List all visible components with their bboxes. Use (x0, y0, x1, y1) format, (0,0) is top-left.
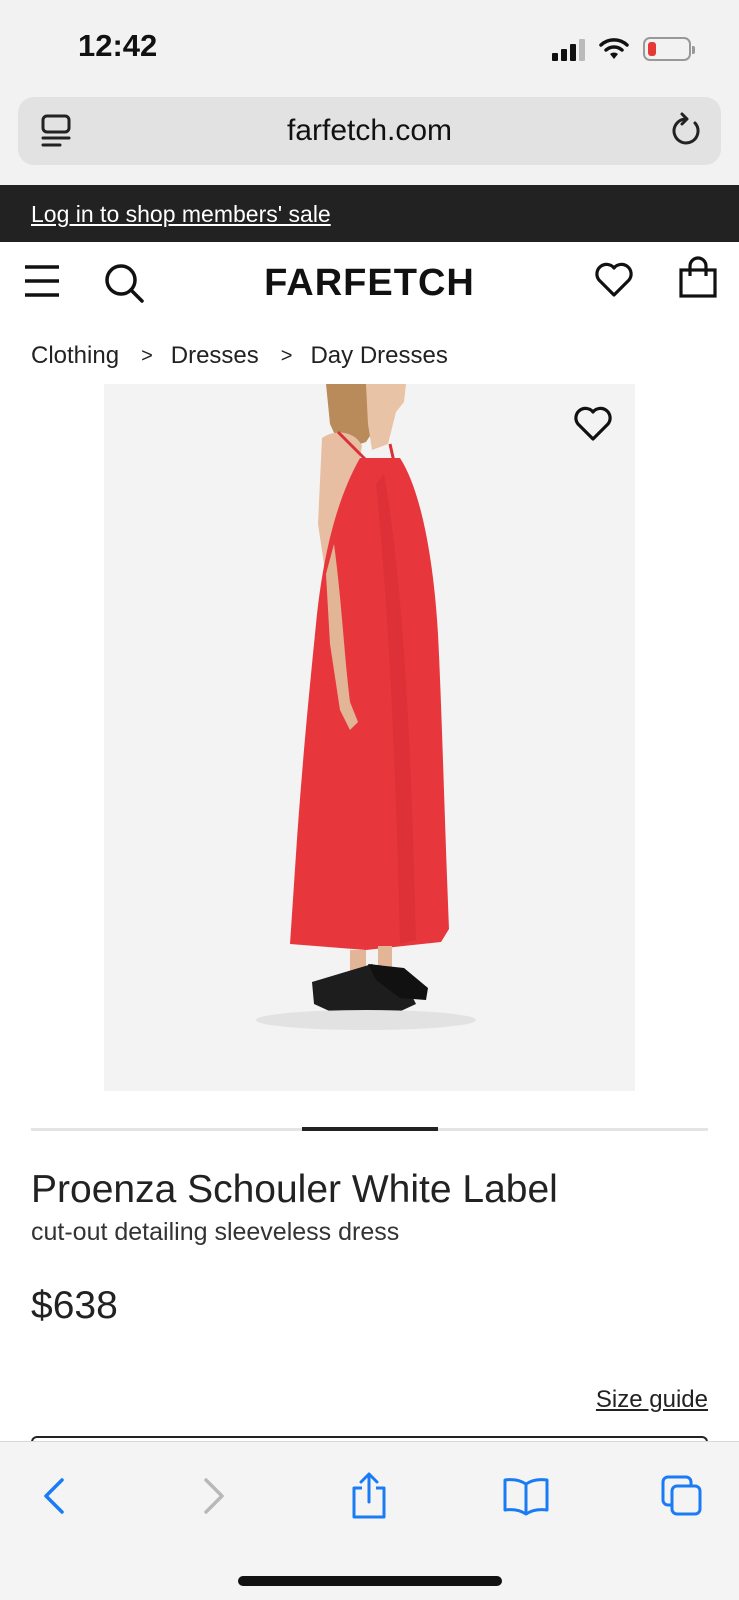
members-sale-login-link[interactable]: Log in to shop members' sale (31, 201, 331, 228)
add-to-wishlist-heart-icon[interactable] (573, 406, 613, 447)
battery-icon (643, 37, 695, 61)
home-indicator[interactable] (238, 1576, 502, 1586)
product-description: cut-out detailing sleeveless dress (31, 1218, 400, 1246)
address-bar[interactable]: farfetch.com (18, 97, 721, 165)
status-time: 12:42 (78, 28, 158, 63)
cellular-signal-icon (552, 37, 585, 61)
reload-icon[interactable] (667, 111, 703, 154)
breadcrumb-item-dresses[interactable]: Dresses (171, 342, 259, 370)
battery-level (648, 42, 656, 56)
site-header: FARFETCH (0, 242, 739, 326)
url-text[interactable]: farfetch.com (18, 114, 721, 148)
image-carousel-position (302, 1127, 438, 1131)
chevron-right-icon[interactable] (184, 1466, 244, 1526)
breadcrumb: Clothing > Dresses > Day Dresses (31, 342, 448, 370)
share-icon[interactable] (339, 1466, 399, 1526)
browser-chrome-top: 12:42 farfetch.com (0, 0, 739, 185)
product-price: $638 (31, 1284, 118, 1327)
promo-banner: Log in to shop members' sale (0, 185, 739, 242)
breadcrumb-separator: > (141, 344, 153, 367)
heart-icon[interactable] (594, 262, 634, 303)
shopping-bag-icon[interactable] (678, 256, 718, 303)
product-brand[interactable]: Proenza Schouler White Label (31, 1168, 558, 1212)
tabs-icon[interactable] (652, 1466, 712, 1526)
product-photo-illustration (104, 384, 635, 1091)
image-carousel-track[interactable] (31, 1127, 708, 1131)
breadcrumb-separator: > (280, 344, 293, 367)
book-icon[interactable] (496, 1466, 556, 1526)
wifi-icon (599, 38, 629, 59)
size-guide-link[interactable]: Size guide (596, 1386, 708, 1414)
breadcrumb-item-clothing[interactable]: Clothing (31, 342, 119, 370)
chevron-left-icon[interactable] (24, 1466, 84, 1526)
page: 12:42 farfetch.com Log in to shop member… (0, 0, 739, 1600)
breadcrumb-item-day-dresses[interactable]: Day Dresses (310, 342, 447, 370)
product-image[interactable] (104, 384, 635, 1091)
status-icons (552, 34, 695, 64)
